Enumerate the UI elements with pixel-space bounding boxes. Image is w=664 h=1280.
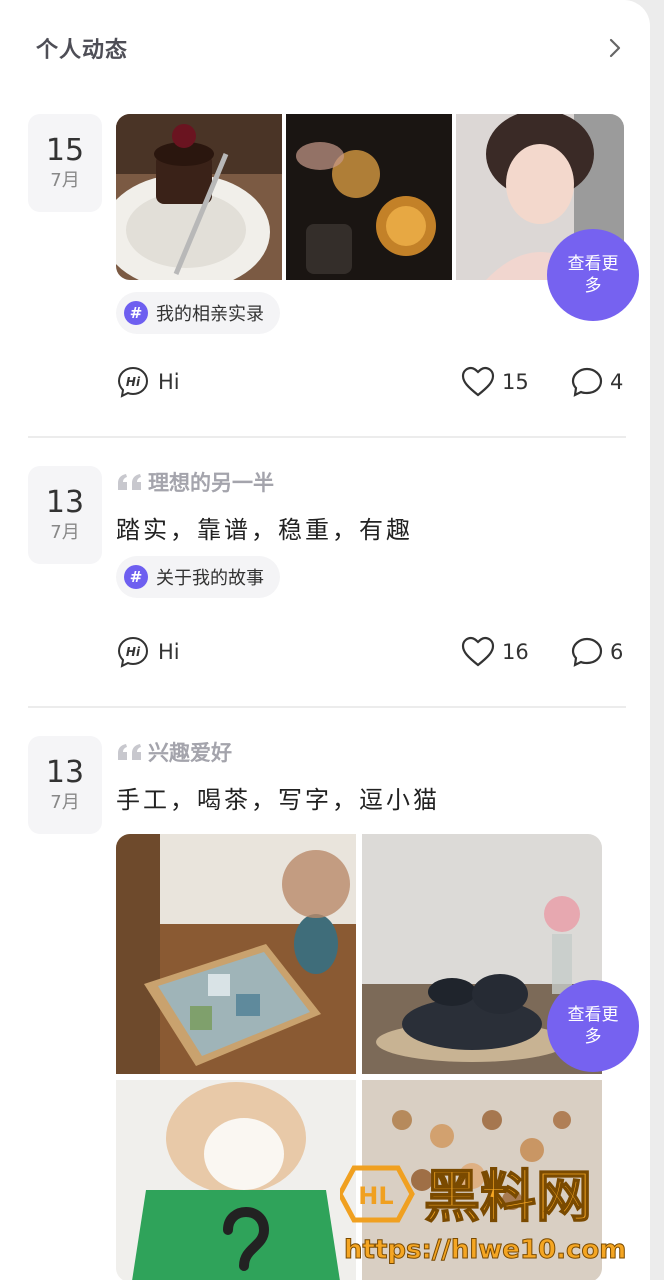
section-title: 个人动态 bbox=[36, 38, 129, 63]
post-text: 手工，喝茶，写字，逗小猫 bbox=[116, 786, 440, 814]
view-more-button[interactable]: 查看更多 bbox=[547, 229, 639, 321]
like-button[interactable]: 16 bbox=[460, 632, 529, 672]
tag-label: 我的相亲实录 bbox=[156, 304, 264, 325]
watermark: HL 黑料网 https://hlwe10.com bbox=[337, 1158, 650, 1276]
post-text: 踏实，靠谱，稳重，有趣 bbox=[116, 516, 413, 544]
chevron-right-icon[interactable] bbox=[604, 37, 626, 59]
comment-button[interactable]: 6 bbox=[570, 632, 623, 672]
post-content: 查看更多 # 我的相亲实录 bbox=[116, 114, 639, 334]
post-date: 13 7月 bbox=[28, 736, 102, 834]
watermark-brand: 黑料网 bbox=[424, 1165, 592, 1230]
hi-bubble-icon: Hi bbox=[117, 366, 149, 398]
post-date: 13 7月 bbox=[28, 466, 102, 564]
svg-text:Hi: Hi bbox=[126, 375, 141, 389]
topic-tag[interactable]: # 我的相亲实录 bbox=[116, 292, 280, 334]
profile-card: 个人动态 15 7月 查看更多 # 我的相亲实录 Hi Hi 15 4 13 7… bbox=[0, 0, 650, 1280]
divider bbox=[28, 436, 626, 438]
photo-craft-tray[interactable] bbox=[116, 834, 356, 1074]
like-count: 15 bbox=[502, 370, 529, 394]
post-actions: Hi Hi 15 4 bbox=[116, 362, 626, 402]
section-header[interactable]: 个人动态 bbox=[36, 30, 626, 66]
date-day: 13 bbox=[45, 485, 85, 520]
hashtag-icon: # bbox=[124, 301, 148, 325]
heart-icon bbox=[461, 366, 495, 397]
date-month: 7月 bbox=[50, 792, 80, 813]
comment-count: 6 bbox=[610, 640, 624, 664]
post-item: 15 7月 查看更多 # 我的相亲实录 Hi Hi 15 4 bbox=[0, 114, 650, 436]
hi-bubble-icon: Hi bbox=[117, 636, 149, 668]
quote-heading: 理想的另一半 bbox=[116, 468, 413, 496]
like-count: 16 bbox=[502, 640, 529, 664]
quote-title: 兴趣爱好 bbox=[148, 741, 232, 765]
comment-button[interactable]: 4 bbox=[570, 362, 623, 402]
svg-text:Hi: Hi bbox=[126, 645, 141, 659]
quote-title: 理想的另一半 bbox=[148, 471, 274, 495]
quote-icon bbox=[118, 474, 141, 490]
post-item: 13 7月 理想的另一半 踏实，靠谱，稳重，有趣 # 关于我的故事 Hi Hi … bbox=[0, 466, 650, 706]
photo-cat[interactable] bbox=[116, 1080, 356, 1280]
date-day: 15 bbox=[45, 133, 85, 168]
view-more-button[interactable]: 查看更多 bbox=[547, 980, 639, 1072]
hi-label: Hi bbox=[158, 370, 180, 394]
say-hi-button[interactable]: Hi Hi bbox=[116, 632, 180, 672]
say-hi-button[interactable]: Hi Hi bbox=[116, 362, 180, 402]
photo-drinks[interactable] bbox=[286, 114, 452, 280]
svg-text:HL: HL bbox=[358, 1182, 393, 1210]
topic-tag[interactable]: # 关于我的故事 bbox=[116, 556, 280, 598]
comment-icon bbox=[571, 637, 603, 667]
comment-count: 4 bbox=[610, 370, 624, 394]
quote-icon bbox=[118, 744, 141, 760]
date-day: 13 bbox=[45, 755, 85, 790]
quote-heading: 兴趣爱好 bbox=[116, 738, 602, 766]
date-month: 7月 bbox=[50, 170, 80, 191]
comment-icon bbox=[571, 367, 603, 397]
date-month: 7月 bbox=[50, 522, 80, 543]
post-date: 15 7月 bbox=[28, 114, 102, 212]
post-actions: Hi Hi 16 6 bbox=[116, 632, 626, 672]
divider bbox=[28, 706, 626, 708]
photo-strip[interactable] bbox=[116, 114, 624, 280]
tag-label: 关于我的故事 bbox=[156, 568, 264, 589]
post-content: 理想的另一半 踏实，靠谱，稳重，有趣 # 关于我的故事 bbox=[116, 468, 413, 598]
hashtag-icon: # bbox=[124, 565, 148, 589]
photo-dessert[interactable] bbox=[116, 114, 282, 280]
hi-label: Hi bbox=[158, 640, 180, 664]
like-button[interactable]: 15 bbox=[460, 362, 529, 402]
watermark-url: https://hlwe10.com bbox=[344, 1235, 626, 1265]
heart-icon bbox=[461, 636, 495, 667]
